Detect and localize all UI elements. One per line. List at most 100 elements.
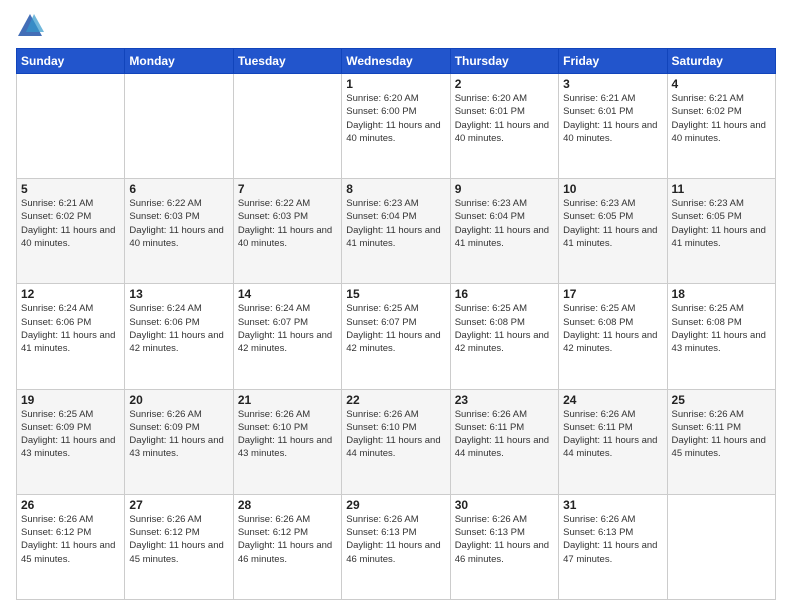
day-number: 8: [346, 182, 445, 196]
day-cell: 22Sunrise: 6:26 AMSunset: 6:10 PMDayligh…: [342, 389, 450, 494]
day-cell: 25Sunrise: 6:26 AMSunset: 6:11 PMDayligh…: [667, 389, 775, 494]
logo: [16, 12, 48, 40]
week-row-3: 12Sunrise: 6:24 AMSunset: 6:06 PMDayligh…: [17, 284, 776, 389]
day-number: 11: [672, 182, 771, 196]
day-info: Sunrise: 6:26 AMSunset: 6:11 PMDaylight:…: [455, 408, 554, 461]
day-cell: 31Sunrise: 6:26 AMSunset: 6:13 PMDayligh…: [559, 494, 667, 599]
day-cell: 9Sunrise: 6:23 AMSunset: 6:04 PMDaylight…: [450, 179, 558, 284]
day-cell: 16Sunrise: 6:25 AMSunset: 6:08 PMDayligh…: [450, 284, 558, 389]
day-cell: 20Sunrise: 6:26 AMSunset: 6:09 PMDayligh…: [125, 389, 233, 494]
weekday-header-row: SundayMondayTuesdayWednesdayThursdayFrid…: [17, 49, 776, 74]
day-info: Sunrise: 6:22 AMSunset: 6:03 PMDaylight:…: [238, 197, 337, 250]
weekday-header-thursday: Thursday: [450, 49, 558, 74]
day-info: Sunrise: 6:26 AMSunset: 6:09 PMDaylight:…: [129, 408, 228, 461]
week-row-5: 26Sunrise: 6:26 AMSunset: 6:12 PMDayligh…: [17, 494, 776, 599]
day-info: Sunrise: 6:21 AMSunset: 6:02 PMDaylight:…: [21, 197, 120, 250]
day-number: 24: [563, 393, 662, 407]
weekday-header-saturday: Saturday: [667, 49, 775, 74]
day-info: Sunrise: 6:26 AMSunset: 6:10 PMDaylight:…: [346, 408, 445, 461]
day-cell: 14Sunrise: 6:24 AMSunset: 6:07 PMDayligh…: [233, 284, 341, 389]
day-info: Sunrise: 6:26 AMSunset: 6:12 PMDaylight:…: [21, 513, 120, 566]
day-cell: 23Sunrise: 6:26 AMSunset: 6:11 PMDayligh…: [450, 389, 558, 494]
day-info: Sunrise: 6:23 AMSunset: 6:05 PMDaylight:…: [563, 197, 662, 250]
day-number: 2: [455, 77, 554, 91]
day-number: 17: [563, 287, 662, 301]
day-cell: 7Sunrise: 6:22 AMSunset: 6:03 PMDaylight…: [233, 179, 341, 284]
day-info: Sunrise: 6:25 AMSunset: 6:08 PMDaylight:…: [563, 302, 662, 355]
day-cell: 8Sunrise: 6:23 AMSunset: 6:04 PMDaylight…: [342, 179, 450, 284]
day-cell: 6Sunrise: 6:22 AMSunset: 6:03 PMDaylight…: [125, 179, 233, 284]
day-cell: 5Sunrise: 6:21 AMSunset: 6:02 PMDaylight…: [17, 179, 125, 284]
day-info: Sunrise: 6:23 AMSunset: 6:05 PMDaylight:…: [672, 197, 771, 250]
day-info: Sunrise: 6:26 AMSunset: 6:13 PMDaylight:…: [563, 513, 662, 566]
day-number: 6: [129, 182, 228, 196]
day-number: 14: [238, 287, 337, 301]
weekday-header-sunday: Sunday: [17, 49, 125, 74]
day-cell: 28Sunrise: 6:26 AMSunset: 6:12 PMDayligh…: [233, 494, 341, 599]
day-info: Sunrise: 6:26 AMSunset: 6:13 PMDaylight:…: [455, 513, 554, 566]
day-cell: 21Sunrise: 6:26 AMSunset: 6:10 PMDayligh…: [233, 389, 341, 494]
day-info: Sunrise: 6:26 AMSunset: 6:11 PMDaylight:…: [563, 408, 662, 461]
day-info: Sunrise: 6:24 AMSunset: 6:06 PMDaylight:…: [21, 302, 120, 355]
day-cell: [17, 74, 125, 179]
weekday-header-friday: Friday: [559, 49, 667, 74]
day-cell: 30Sunrise: 6:26 AMSunset: 6:13 PMDayligh…: [450, 494, 558, 599]
day-cell: [667, 494, 775, 599]
day-info: Sunrise: 6:21 AMSunset: 6:01 PMDaylight:…: [563, 92, 662, 145]
day-number: 4: [672, 77, 771, 91]
day-cell: 10Sunrise: 6:23 AMSunset: 6:05 PMDayligh…: [559, 179, 667, 284]
day-cell: 3Sunrise: 6:21 AMSunset: 6:01 PMDaylight…: [559, 74, 667, 179]
day-cell: 12Sunrise: 6:24 AMSunset: 6:06 PMDayligh…: [17, 284, 125, 389]
weekday-header-monday: Monday: [125, 49, 233, 74]
day-number: 9: [455, 182, 554, 196]
day-info: Sunrise: 6:25 AMSunset: 6:08 PMDaylight:…: [455, 302, 554, 355]
day-info: Sunrise: 6:25 AMSunset: 6:09 PMDaylight:…: [21, 408, 120, 461]
day-info: Sunrise: 6:26 AMSunset: 6:13 PMDaylight:…: [346, 513, 445, 566]
weekday-header-wednesday: Wednesday: [342, 49, 450, 74]
day-info: Sunrise: 6:26 AMSunset: 6:10 PMDaylight:…: [238, 408, 337, 461]
day-number: 12: [21, 287, 120, 301]
day-cell: 1Sunrise: 6:20 AMSunset: 6:00 PMDaylight…: [342, 74, 450, 179]
day-cell: 19Sunrise: 6:25 AMSunset: 6:09 PMDayligh…: [17, 389, 125, 494]
day-cell: [233, 74, 341, 179]
day-number: 3: [563, 77, 662, 91]
day-number: 10: [563, 182, 662, 196]
day-number: 27: [129, 498, 228, 512]
day-cell: 15Sunrise: 6:25 AMSunset: 6:07 PMDayligh…: [342, 284, 450, 389]
day-info: Sunrise: 6:23 AMSunset: 6:04 PMDaylight:…: [455, 197, 554, 250]
day-number: 13: [129, 287, 228, 301]
day-info: Sunrise: 6:26 AMSunset: 6:12 PMDaylight:…: [129, 513, 228, 566]
day-number: 19: [21, 393, 120, 407]
generalblue-logo-icon: [16, 12, 44, 40]
day-cell: 11Sunrise: 6:23 AMSunset: 6:05 PMDayligh…: [667, 179, 775, 284]
day-cell: 13Sunrise: 6:24 AMSunset: 6:06 PMDayligh…: [125, 284, 233, 389]
week-row-4: 19Sunrise: 6:25 AMSunset: 6:09 PMDayligh…: [17, 389, 776, 494]
calendar-table: SundayMondayTuesdayWednesdayThursdayFrid…: [16, 48, 776, 600]
day-info: Sunrise: 6:24 AMSunset: 6:07 PMDaylight:…: [238, 302, 337, 355]
day-info: Sunrise: 6:25 AMSunset: 6:08 PMDaylight:…: [672, 302, 771, 355]
day-info: Sunrise: 6:24 AMSunset: 6:06 PMDaylight:…: [129, 302, 228, 355]
day-cell: 18Sunrise: 6:25 AMSunset: 6:08 PMDayligh…: [667, 284, 775, 389]
day-info: Sunrise: 6:23 AMSunset: 6:04 PMDaylight:…: [346, 197, 445, 250]
day-info: Sunrise: 6:26 AMSunset: 6:12 PMDaylight:…: [238, 513, 337, 566]
day-number: 26: [21, 498, 120, 512]
day-cell: 27Sunrise: 6:26 AMSunset: 6:12 PMDayligh…: [125, 494, 233, 599]
day-info: Sunrise: 6:25 AMSunset: 6:07 PMDaylight:…: [346, 302, 445, 355]
day-info: Sunrise: 6:20 AMSunset: 6:00 PMDaylight:…: [346, 92, 445, 145]
day-number: 31: [563, 498, 662, 512]
day-number: 29: [346, 498, 445, 512]
day-number: 7: [238, 182, 337, 196]
day-number: 5: [21, 182, 120, 196]
day-cell: 29Sunrise: 6:26 AMSunset: 6:13 PMDayligh…: [342, 494, 450, 599]
day-number: 22: [346, 393, 445, 407]
day-number: 23: [455, 393, 554, 407]
day-number: 30: [455, 498, 554, 512]
day-number: 16: [455, 287, 554, 301]
day-info: Sunrise: 6:26 AMSunset: 6:11 PMDaylight:…: [672, 408, 771, 461]
day-info: Sunrise: 6:21 AMSunset: 6:02 PMDaylight:…: [672, 92, 771, 145]
week-row-1: 1Sunrise: 6:20 AMSunset: 6:00 PMDaylight…: [17, 74, 776, 179]
day-number: 25: [672, 393, 771, 407]
day-cell: 4Sunrise: 6:21 AMSunset: 6:02 PMDaylight…: [667, 74, 775, 179]
day-number: 1: [346, 77, 445, 91]
day-cell: 17Sunrise: 6:25 AMSunset: 6:08 PMDayligh…: [559, 284, 667, 389]
